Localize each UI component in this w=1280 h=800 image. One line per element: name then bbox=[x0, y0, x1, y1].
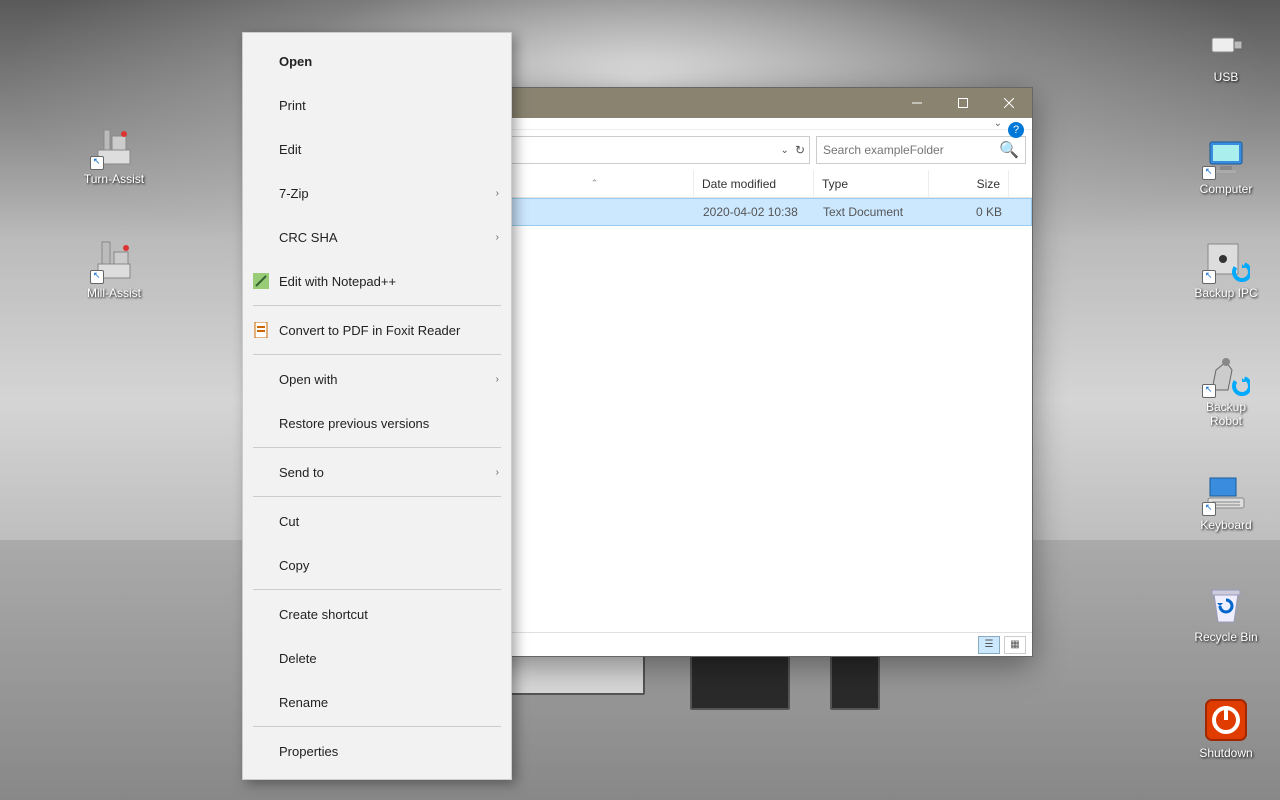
computer-icon bbox=[1202, 132, 1250, 180]
desktop-icon-label: Keyboard bbox=[1190, 518, 1262, 532]
keyboard-icon bbox=[1202, 468, 1250, 516]
context-menu-item[interactable]: Cut bbox=[243, 499, 511, 543]
context-menu-item-label: Rename bbox=[279, 695, 328, 710]
maximize-button[interactable] bbox=[940, 88, 986, 118]
context-menu-item[interactable]: Delete bbox=[243, 636, 511, 680]
context-menu-item-label: Send to bbox=[279, 465, 324, 480]
context-menu-item-label: Copy bbox=[279, 558, 309, 573]
context-menu-item[interactable]: 7-Zip › bbox=[243, 171, 511, 215]
context-menu-item-label: Edit with Notepad++ bbox=[279, 274, 396, 289]
desktop-icon-label: USB bbox=[1190, 70, 1262, 84]
context-menu-separator bbox=[253, 354, 501, 355]
context-menu-item-label: Restore previous versions bbox=[279, 416, 429, 431]
context-menu-item[interactable]: Open with › bbox=[243, 357, 511, 401]
desktop-icon-shutdown[interactable]: Shutdown bbox=[1190, 696, 1262, 760]
machine-icon bbox=[90, 236, 138, 284]
desktop-icon-mill-assist[interactable]: Mill-Assist bbox=[78, 236, 150, 300]
context-menu-separator bbox=[253, 447, 501, 448]
context-menu-item[interactable]: Edit with Notepad++ bbox=[243, 259, 511, 303]
search-input[interactable] bbox=[823, 143, 999, 157]
context-menu-item[interactable]: Edit bbox=[243, 127, 511, 171]
refresh-icon[interactable]: ↻ bbox=[795, 143, 805, 157]
file-date-cell: 2020-04-02 10:38 bbox=[695, 205, 815, 219]
close-button[interactable] bbox=[986, 88, 1032, 118]
context-menu-item[interactable]: Send to › bbox=[243, 450, 511, 494]
desktop-icon-computer[interactable]: Computer bbox=[1190, 132, 1262, 196]
context-menu-item[interactable]: Convert to PDF in Foxit Reader bbox=[243, 308, 511, 352]
context-menu-item-label: Open with bbox=[279, 372, 338, 387]
context-menu-item[interactable]: Rename bbox=[243, 680, 511, 724]
backup-robot-icon bbox=[1202, 350, 1250, 398]
desktop-icon-label: Shutdown bbox=[1190, 746, 1262, 760]
context-menu-item-label: Cut bbox=[279, 514, 299, 529]
context-menu-item-label: Delete bbox=[279, 651, 317, 666]
context-menu-item[interactable]: Copy bbox=[243, 543, 511, 587]
desktop-icon-usb[interactable]: USB bbox=[1190, 20, 1262, 84]
context-menu-item-label: 7-Zip bbox=[279, 186, 309, 201]
shortcut-arrow-icon bbox=[1202, 502, 1216, 516]
context-menu-item[interactable]: CRC SHA › bbox=[243, 215, 511, 259]
column-header-type[interactable]: Type bbox=[814, 170, 929, 197]
context-menu-item-label: Properties bbox=[279, 744, 338, 759]
chevron-right-icon: › bbox=[496, 374, 499, 385]
context-menu-item-label: Open bbox=[279, 54, 312, 69]
desktop-icon-backup-ipc[interactable]: Backup IPC bbox=[1190, 236, 1262, 300]
context-menu-item[interactable]: Print bbox=[243, 83, 511, 127]
context-menu-separator bbox=[253, 305, 501, 306]
foxit-icon bbox=[253, 322, 269, 338]
shortcut-arrow-icon bbox=[1202, 384, 1216, 398]
shortcut-arrow-icon bbox=[1202, 166, 1216, 180]
desktop-icon-turn-assist[interactable]: Turn-Assist bbox=[78, 122, 150, 186]
context-menu-item[interactable]: Create shortcut bbox=[243, 592, 511, 636]
view-details-button[interactable]: ☰ bbox=[978, 636, 1000, 654]
context-menu-item[interactable]: Open bbox=[243, 39, 511, 83]
chevron-down-icon[interactable]: ⌄ bbox=[781, 145, 789, 156]
chevron-right-icon: › bbox=[496, 467, 499, 478]
sort-indicator-icon: ⌃ bbox=[591, 178, 599, 189]
context-menu-item-label: Convert to PDF in Foxit Reader bbox=[279, 323, 460, 338]
desktop-icon-label: Mill-Assist bbox=[78, 286, 150, 300]
search-icon[interactable]: 🔍 bbox=[999, 140, 1019, 160]
desktop-icon-keyboard[interactable]: Keyboard bbox=[1190, 468, 1262, 532]
context-menu-separator bbox=[253, 726, 501, 727]
chevron-right-icon: › bbox=[496, 232, 499, 243]
chevron-down-icon[interactable]: ⌄ bbox=[994, 118, 1002, 129]
context-menu-item-label: Print bbox=[279, 98, 306, 113]
recycle-bin-icon bbox=[1202, 580, 1250, 628]
notepadpp-icon bbox=[253, 273, 269, 289]
usb-drive-icon bbox=[1202, 20, 1250, 68]
desktop-icon-label: Turn-Assist bbox=[78, 172, 150, 186]
desktop-icon-label: Computer bbox=[1190, 182, 1262, 196]
backup-ipc-icon bbox=[1202, 236, 1250, 284]
desktop-icon-label: Backup Robot bbox=[1190, 400, 1262, 428]
help-icon[interactable]: ? bbox=[1008, 122, 1024, 138]
context-menu-item-label: CRC SHA bbox=[279, 230, 338, 245]
file-type-cell: Text Document bbox=[815, 205, 930, 219]
view-icons-button[interactable]: ▦ bbox=[1004, 636, 1026, 654]
desktop-icon-backup-robot[interactable]: Backup Robot bbox=[1190, 350, 1262, 428]
minimize-button[interactable] bbox=[894, 88, 940, 118]
file-size-cell: 0 KB bbox=[930, 205, 1010, 219]
context-menu-item-label: Edit bbox=[279, 142, 301, 157]
context-menu-item[interactable]: Restore previous versions bbox=[243, 401, 511, 445]
column-header-date[interactable]: Date modified bbox=[694, 170, 814, 197]
context-menu-separator bbox=[253, 496, 501, 497]
shortcut-arrow-icon bbox=[90, 270, 104, 284]
chevron-right-icon: › bbox=[496, 188, 499, 199]
desktop-icon-label: Backup IPC bbox=[1190, 286, 1262, 300]
machine-icon bbox=[90, 122, 138, 170]
context-menu-item[interactable]: Properties bbox=[243, 729, 511, 773]
column-header-size[interactable]: Size bbox=[929, 170, 1009, 197]
context-menu-item-label: Create shortcut bbox=[279, 607, 368, 622]
shutdown-icon bbox=[1202, 696, 1250, 744]
shortcut-arrow-icon bbox=[90, 156, 104, 170]
desktop-icon-label: Recycle Bin bbox=[1190, 630, 1262, 644]
desktop-icon-recycle-bin[interactable]: Recycle Bin bbox=[1190, 580, 1262, 644]
shortcut-arrow-icon bbox=[1202, 270, 1216, 284]
context-menu: Open Print Edit 7-Zip › CRC SHA › Edit with Not… bbox=[242, 32, 512, 780]
search-box[interactable]: 🔍 bbox=[816, 136, 1026, 164]
context-menu-separator bbox=[253, 589, 501, 590]
